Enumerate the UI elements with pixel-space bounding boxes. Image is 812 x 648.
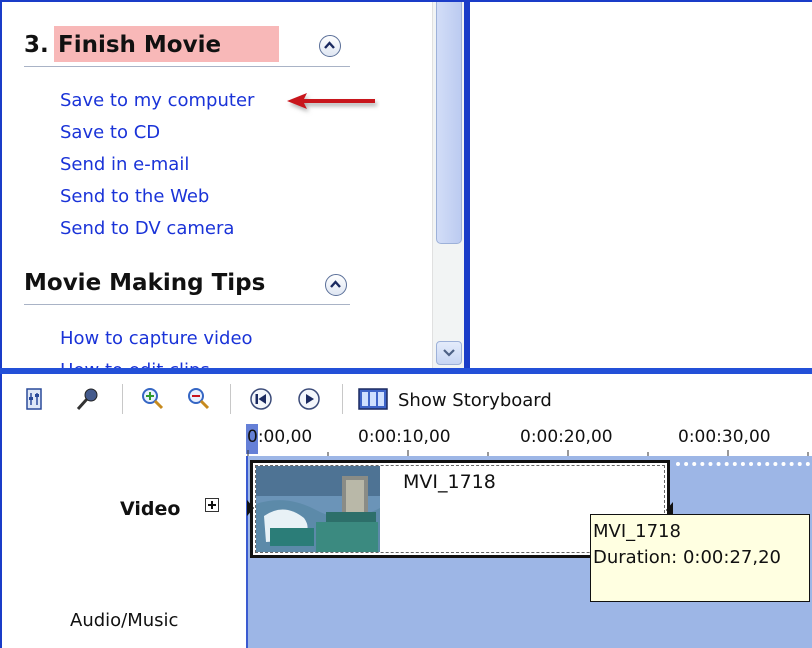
collapse-finish-icon[interactable] xyxy=(319,35,341,57)
chevron-down-icon xyxy=(443,349,455,357)
section-divider xyxy=(24,66,350,67)
ruler-tick-label: 0:00:30,00 xyxy=(678,427,771,447)
ruler-tick-label: 0:00:20,00 xyxy=(520,427,613,447)
movie-making-tips-header[interactable]: Movie Making Tips xyxy=(24,270,265,296)
save-to-my-computer-link[interactable]: Save to my computer xyxy=(60,90,254,111)
task-pane: 3. Finish Movie Save to my computer Save… xyxy=(2,2,432,370)
scrollbar-thumb[interactable] xyxy=(436,2,462,244)
movie-making-tips-title: Movie Making Tips xyxy=(24,270,266,296)
clip-tooltip: MVI_1718 Duration: 0:00:27,20 xyxy=(590,514,810,602)
tooltip-clip-name: MVI_1718 xyxy=(593,521,681,542)
narrate-timeline-microphone-icon[interactable] xyxy=(74,386,100,412)
annotation-arrow-icon xyxy=(287,93,375,109)
toolbar-separator xyxy=(230,384,231,414)
toolbar-separator xyxy=(342,384,343,414)
rewind-timeline-icon[interactable] xyxy=(248,386,274,412)
time-ruler[interactable]: 0:00,00 0:00:10,00 0:00:20,00 0:00:30,00 xyxy=(246,424,812,456)
expand-video-track-icon[interactable] xyxy=(205,498,219,512)
send-to-web-link[interactable]: Send to the Web xyxy=(60,186,209,207)
timeline-toolbar: Show Storyboard xyxy=(2,374,812,424)
toolbar-separator xyxy=(122,384,123,414)
clip-title: MVI_1718 xyxy=(403,471,496,493)
clip-thumbnail xyxy=(256,466,380,552)
ruler-tick-label: 0:00,00 xyxy=(247,427,313,447)
zoom-in-icon[interactable] xyxy=(140,386,166,412)
set-audio-levels-icon[interactable] xyxy=(22,386,48,412)
filmstrip-icon xyxy=(358,388,388,410)
track-labels: Video Audio/Music xyxy=(2,424,246,648)
play-timeline-icon[interactable] xyxy=(296,386,322,412)
video-track-label: Video xyxy=(120,498,181,520)
send-to-dv-camera-link[interactable]: Send to DV camera xyxy=(60,218,234,239)
trim-handle-left-icon[interactable] xyxy=(246,498,256,518)
audio-music-track-label: Audio/Music xyxy=(70,610,179,631)
collapse-tips-icon[interactable] xyxy=(325,274,347,296)
finish-step-number: 3. xyxy=(24,32,49,58)
zoom-out-icon[interactable] xyxy=(186,386,212,412)
drop-target-indicator xyxy=(676,462,810,466)
section-divider xyxy=(24,304,350,305)
finish-movie-title: Finish Movie xyxy=(58,32,222,58)
save-to-cd-link[interactable]: Save to CD xyxy=(60,122,160,143)
send-in-email-link[interactable]: Send in e-mail xyxy=(60,154,189,175)
tooltip-duration: Duration: 0:00:27,20 xyxy=(593,547,781,568)
show-storyboard-label: Show Storyboard xyxy=(398,390,552,411)
ruler-tick-label: 0:00:10,00 xyxy=(358,427,451,447)
collection-area xyxy=(470,2,812,370)
scroll-down-button[interactable] xyxy=(436,341,462,365)
how-to-capture-video-link[interactable]: How to capture video xyxy=(60,328,253,349)
task-pane-scrollbar[interactable] xyxy=(432,2,465,370)
